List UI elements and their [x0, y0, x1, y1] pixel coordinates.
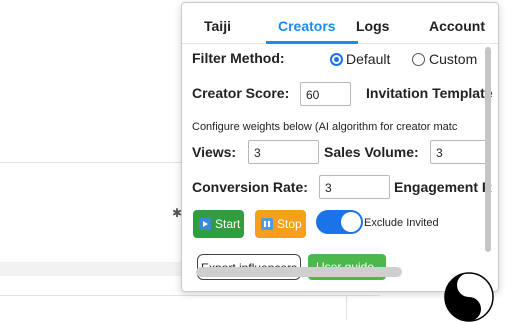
extension-popup: Taiji Creators Logs Account Filter Metho… [181, 2, 499, 292]
weights-hint: Configure weights below (AI algorithm fo… [192, 121, 458, 133]
radio-custom[interactable] [412, 53, 425, 66]
bg-vertical-divider [346, 295, 347, 320]
conversion-rate-label: Conversion Rate: [192, 179, 308, 195]
conversion-rate-input[interactable]: 3 [319, 175, 390, 199]
play-icon [199, 218, 211, 230]
tab-creators[interactable]: Creators [278, 18, 336, 34]
views-input[interactable]: 3 [248, 140, 319, 164]
pause-icon [261, 218, 273, 230]
bg-divider [0, 295, 380, 296]
exclude-invited-label: Exclude Invited [364, 217, 439, 229]
creators-panel: Filter Method: Default Custom Creator Sc… [182, 44, 498, 291]
taiji-logo-icon[interactable] [444, 272, 494, 322]
start-button-label: Start [215, 217, 241, 231]
exclude-invited-toggle[interactable] [316, 210, 363, 234]
stop-button[interactable]: Stop [255, 210, 306, 238]
creator-score-input[interactable]: 60 [300, 82, 351, 106]
tab-logs[interactable]: Logs [356, 18, 389, 34]
filter-method-label: Filter Method: [192, 50, 285, 66]
horizontal-scrollbar[interactable] [196, 267, 402, 277]
start-button[interactable]: Start [193, 210, 244, 238]
stop-button-label: Stop [277, 217, 302, 231]
engagement-label: Engagement R [394, 179, 493, 195]
radio-default-label[interactable]: Default [346, 51, 390, 67]
tab-bar: Taiji Creators Logs Account [182, 3, 498, 44]
sales-volume-input[interactable]: 3 [430, 140, 490, 164]
tab-taiji[interactable]: Taiji [204, 18, 231, 34]
radio-default[interactable] [330, 53, 343, 66]
vertical-scrollbar[interactable] [485, 47, 491, 252]
sales-volume-label: Sales Volume: [324, 144, 419, 160]
tab-account[interactable]: Account [429, 18, 485, 34]
views-label: Views: [192, 144, 237, 160]
creator-score-label: Creator Score: [192, 85, 290, 101]
toggle-knob [341, 212, 361, 232]
radio-custom-label[interactable]: Custom [429, 51, 477, 67]
invitation-template-label: Invitation Template [366, 85, 493, 101]
